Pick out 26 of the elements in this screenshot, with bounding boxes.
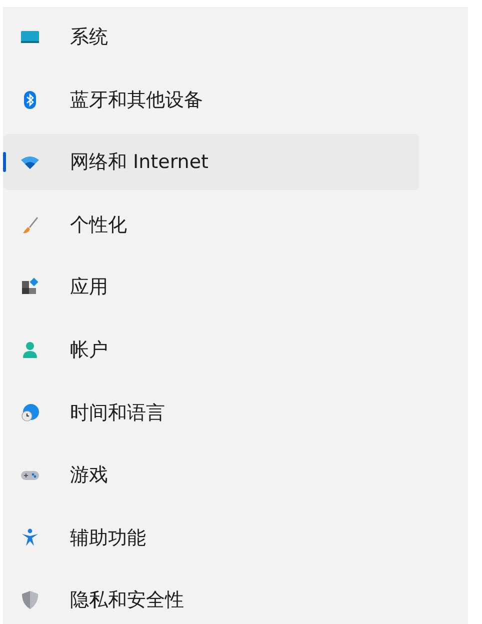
nav-label: 帐户 [70,338,108,363]
nav-label: 辅助功能 [70,526,146,551]
nav-label: 游戏 [70,463,108,488]
nav-item[interactable]: 辅助功能 [3,510,419,566]
nav-item[interactable]: 游戏 [3,447,419,504]
selection-indicator [3,152,6,172]
nav-item[interactable]: 系统 [3,9,419,65]
shield-icon [20,590,40,610]
nav-item[interactable]: 蓝牙和其他设备 [3,72,419,128]
nav-label: 时间和语言 [70,400,165,426]
nav-label: 隐私和安全性 [70,588,184,614]
nav-item[interactable]: 个性化 [3,196,419,253]
nav-item[interactable]: 时间和语言 [3,384,419,441]
nav-item[interactable]: 隐私和安全性 [3,572,419,624]
brush-icon [20,214,40,235]
nav-item[interactable]: 帐户 [3,322,419,378]
nav-label: 个性化 [70,212,127,238]
nav-item[interactable]: 网络和 Internet [3,134,419,190]
nav-label: 系统 [70,25,108,50]
nav-label: 蓝牙和其他设备 [70,88,203,113]
accessibility-icon [20,528,40,548]
globe-clock-icon [20,402,40,423]
nav-label: 应用 [70,275,108,300]
nav-label: 网络和 Internet [70,150,208,176]
person-icon [20,340,40,360]
nav-item[interactable]: 应用 [3,259,419,316]
